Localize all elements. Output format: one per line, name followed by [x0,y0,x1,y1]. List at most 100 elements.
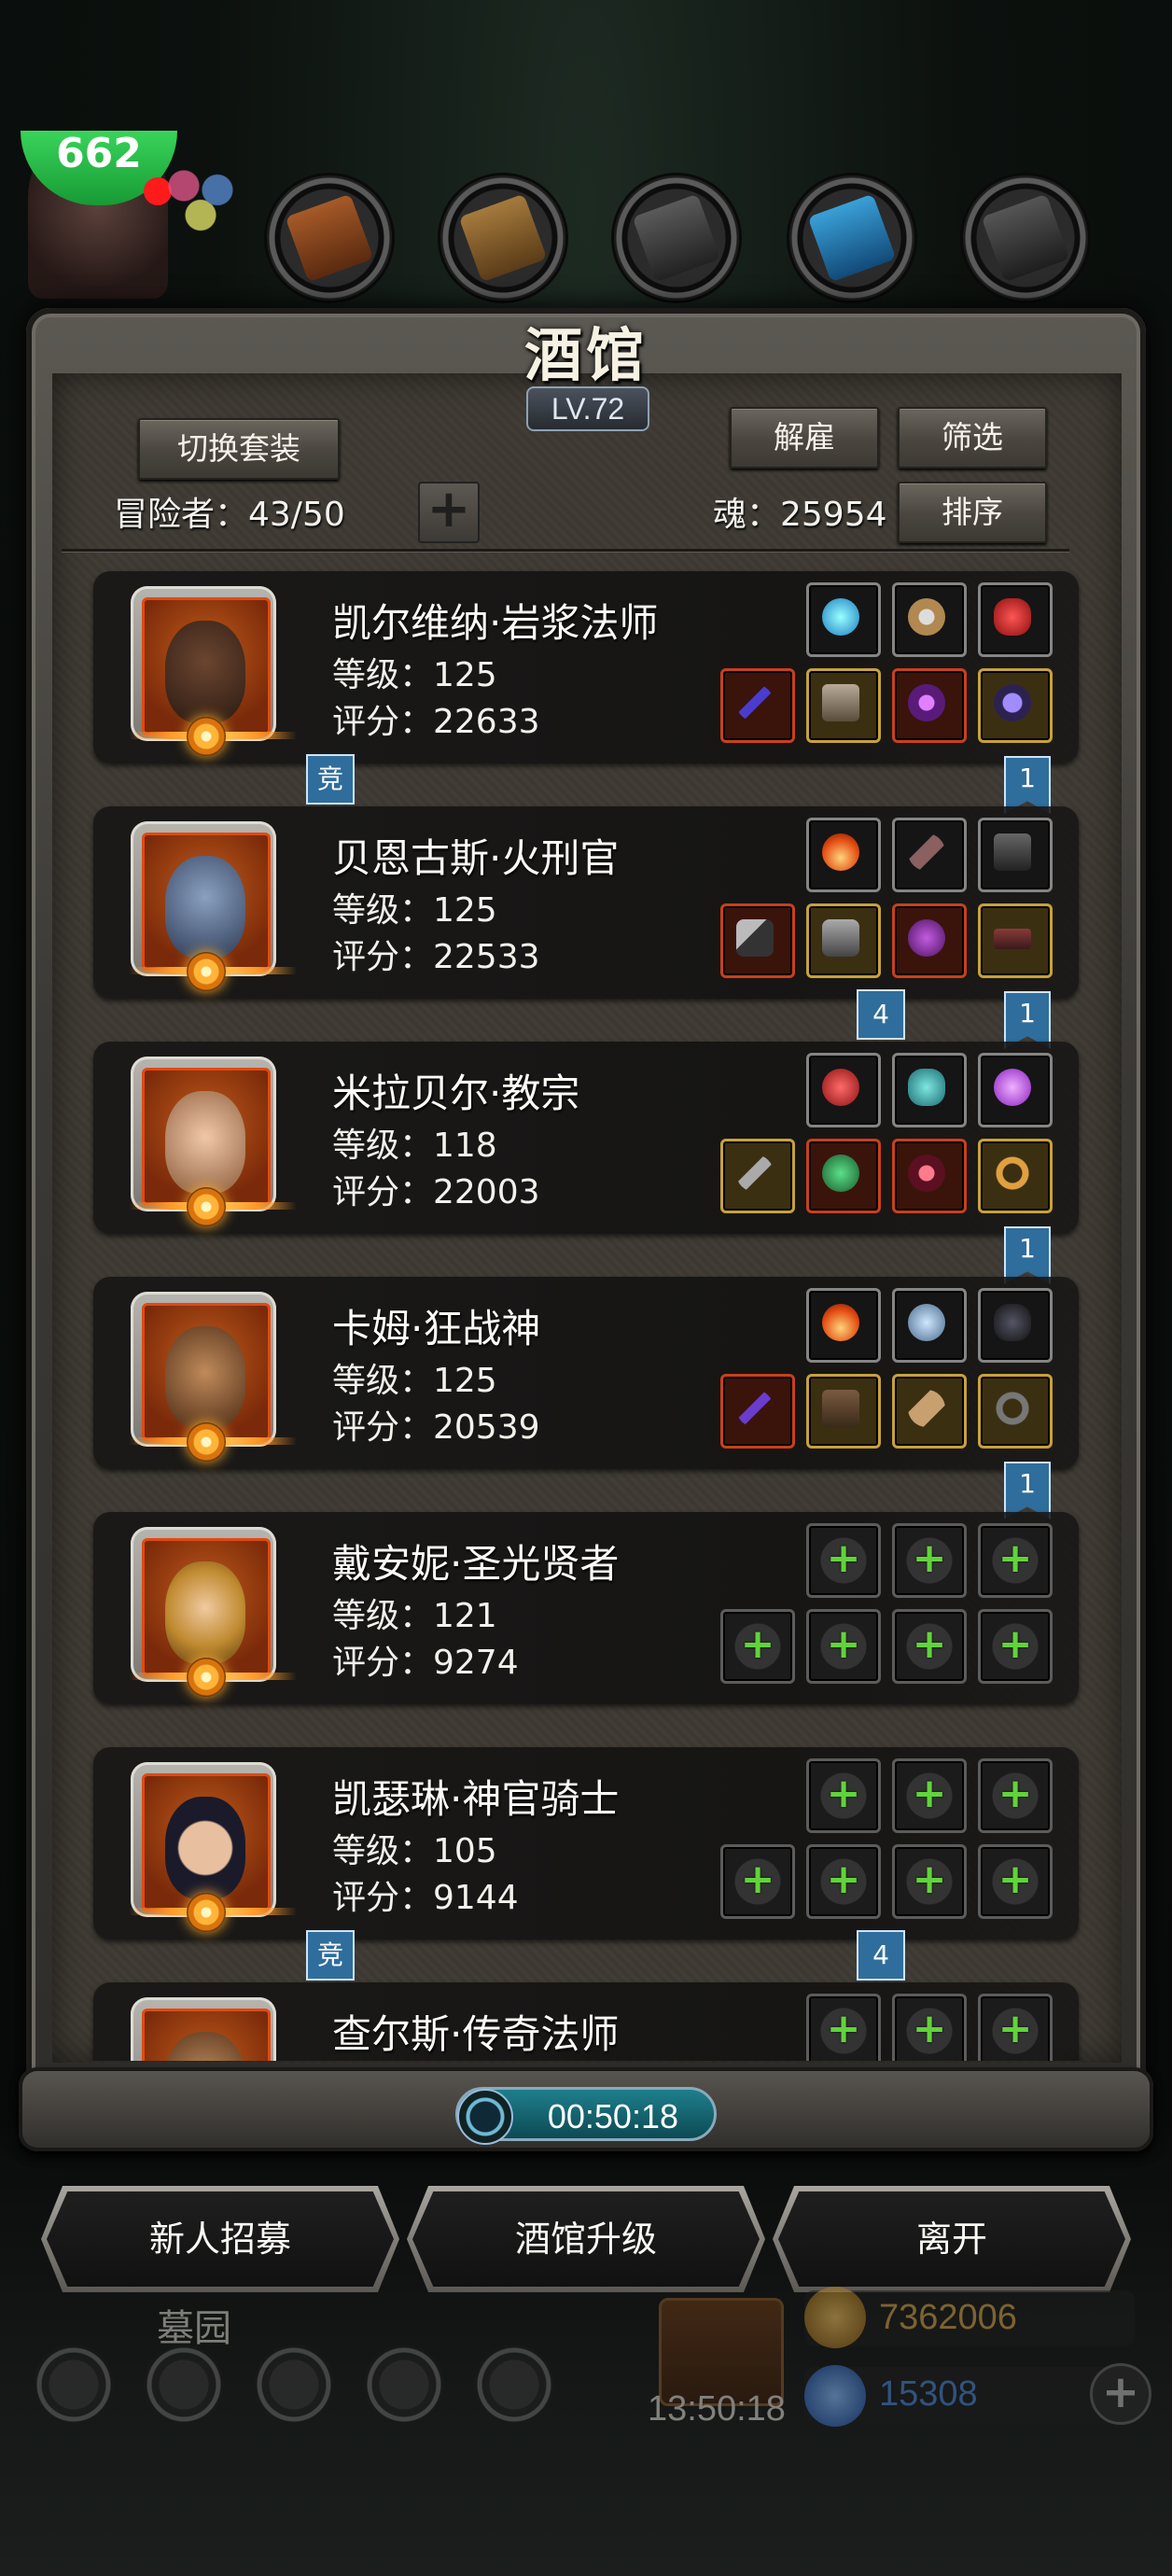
rank-emblem-icon [129,1887,297,1939]
cicada-item-icon[interactable] [892,1288,967,1363]
flame-item-icon[interactable] [806,1288,881,1363]
staff-item-icon[interactable] [720,668,795,743]
adventurers-count: 冒险者：43/50 [114,496,345,534]
sort-button[interactable]: 排序 [898,482,1047,543]
clock-icon [457,2089,513,2145]
pendant-item-icon[interactable] [978,668,1053,743]
balloons-icon [159,161,243,245]
empty-slot-plus-icon[interactable]: + [720,1609,795,1684]
equip-slot-blue-crystal[interactable] [789,175,914,301]
boots-item-icon[interactable] [978,818,1053,892]
hero-level: 等级：125 [332,891,497,930]
purple-gem-item-icon[interactable] [978,1053,1053,1127]
heart-item-icon[interactable] [806,1053,881,1127]
empty-slot-plus-icon[interactable]: + [892,1609,967,1684]
bracer-item-icon[interactable] [892,1374,967,1449]
red-necklace-item-icon[interactable] [892,1139,967,1213]
add-gems-button[interactable]: + [1090,2363,1151,2425]
belt-item-icon[interactable] [978,903,1053,978]
hero-card[interactable]: 凯尔维纳·岩浆法师 等级：125 评分：22633 [93,571,1079,763]
armor-item-icon[interactable] [806,903,881,978]
empty-slot-plus-icon[interactable]: + [892,1844,967,1919]
equip-slot-dark-armor[interactable] [614,175,739,301]
dark-stone-item-icon[interactable] [978,1288,1053,1363]
compass-item-icon[interactable] [892,582,967,657]
hero-card[interactable]: 凯瑟琳·神官骑士 等级：105 评分：9144 + + + + + + + [93,1747,1079,1939]
rank-emblem-icon [129,1652,297,1704]
filter-button[interactable]: 筛选 [898,407,1047,469]
empty-slot-plus-icon[interactable]: + [978,1609,1053,1684]
robe-item-icon[interactable] [806,668,881,743]
hero-card[interactable]: 戴安妮·圣光贤者 等级：121 评分：9274 + + + + + + + [93,1512,1079,1704]
hero-level: 等级：118 [332,1127,497,1165]
leave-button[interactable]: 离开 [778,2191,1125,2287]
rank-emblem-icon [129,1417,297,1469]
collar-item-icon[interactable] [978,1374,1053,1449]
empty-slot-plus-icon[interactable]: + [720,1844,795,1919]
mace-item-icon[interactable] [720,1139,795,1213]
gift-timer: 13:50:18 [648,2389,786,2429]
hero-card[interactable]: 卡姆·狂战神 等级：125 评分：20539 [93,1277,1079,1469]
hero-name: 戴安妮·圣光贤者 [332,1541,620,1587]
hero-card[interactable]: 查尔斯·传奇法师 + + + [93,1982,1079,2061]
empty-slot-plus-icon[interactable]: + [978,1994,1053,2061]
location-name: 墓园 [157,2307,231,2350]
gem-amount: 15308 [879,2374,978,2414]
hero-name: 查尔斯·传奇法师 [332,2011,620,2057]
hero-score: 评分：22633 [332,703,540,741]
hero-name: 凯尔维纳·岩浆法师 [332,600,659,646]
hero-score: 评分：20539 [332,1408,540,1447]
hero-card[interactable]: 贝恩古斯·火刑官 等级：125 评分：22533 [93,806,1079,999]
hero-list[interactable]: 凯尔维纳·岩浆法师 等级：125 评分：22633 竞 1 贝恩古斯·火刑官 等… [52,556,1122,2061]
flame-item-icon[interactable] [806,818,881,892]
gold-amount: 7362006 [879,2298,1017,2337]
ring-item-icon[interactable] [978,1139,1053,1213]
red-stone-item-icon[interactable] [978,582,1053,657]
empty-slot-plus-icon[interactable]: + [892,1994,967,2061]
equip-slot-brown[interactable] [267,175,392,301]
empty-slot-plus-icon[interactable]: + [806,1609,881,1684]
hero-level: 等级：105 [332,1832,497,1870]
equip-slot-wood[interactable] [440,175,565,301]
add-capacity-button[interactable]: + [418,482,480,543]
leather-armor-item-icon[interactable] [806,1374,881,1449]
gem-icon [804,2365,866,2427]
hero-level: 等级：125 [332,656,497,694]
empty-slot-plus-icon[interactable]: + [806,1844,881,1919]
guild-icon[interactable] [254,2345,334,2425]
scythe-item-icon[interactable] [720,1374,795,1449]
achievement-icon[interactable] [144,2345,224,2425]
mail-icon[interactable] [364,2345,444,2425]
switch-outfit-button[interactable]: 切换套装 [138,418,340,480]
shop-icon[interactable] [474,2345,554,2425]
empty-slot-plus-icon[interactable]: + [978,1758,1053,1833]
empty-slot-plus-icon[interactable]: + [806,1994,881,2061]
amulet-item-icon[interactable] [892,668,967,743]
gold-coin-icon [804,2287,866,2348]
upgrade-tavern-button[interactable]: 酒馆升级 [412,2191,760,2287]
teal-stone-item-icon[interactable] [892,1053,967,1127]
hero-score: 评分：9144 [332,1879,519,1917]
recruit-button[interactable]: 新人招募 [47,2191,394,2287]
equip-slot-dark-boots[interactable] [963,175,1088,301]
tavern-level: LV.72 [526,386,649,431]
rank-emblem-icon [129,946,297,999]
hero-card[interactable]: 米拉贝尔·教宗 等级：118 评分：22003 [93,1042,1079,1234]
empty-slot-plus-icon[interactable]: + [978,1523,1053,1598]
hero-score: 评分：9274 [332,1644,519,1682]
settings-gear-icon[interactable] [34,2345,114,2425]
green-armor-item-icon[interactable] [806,1139,881,1213]
dismiss-button[interactable]: 解雇 [730,407,879,469]
empty-slot-plus-icon[interactable]: + [806,1758,881,1833]
empty-slot-plus-icon[interactable]: + [806,1523,881,1598]
empty-slot-plus-icon[interactable]: + [892,1758,967,1833]
hero-score: 评分：22003 [332,1173,540,1211]
team-ribbon: 1 [1004,756,1051,814]
empty-slot-plus-icon[interactable]: + [978,1844,1053,1919]
empty-slot-plus-icon[interactable]: + [892,1523,967,1598]
hero-score: 评分：22533 [332,938,540,976]
feather-item-icon[interactable] [892,818,967,892]
helmet-item-icon[interactable] [892,903,967,978]
orb-item-icon[interactable] [806,582,881,657]
axe-item-icon[interactable] [720,903,795,978]
